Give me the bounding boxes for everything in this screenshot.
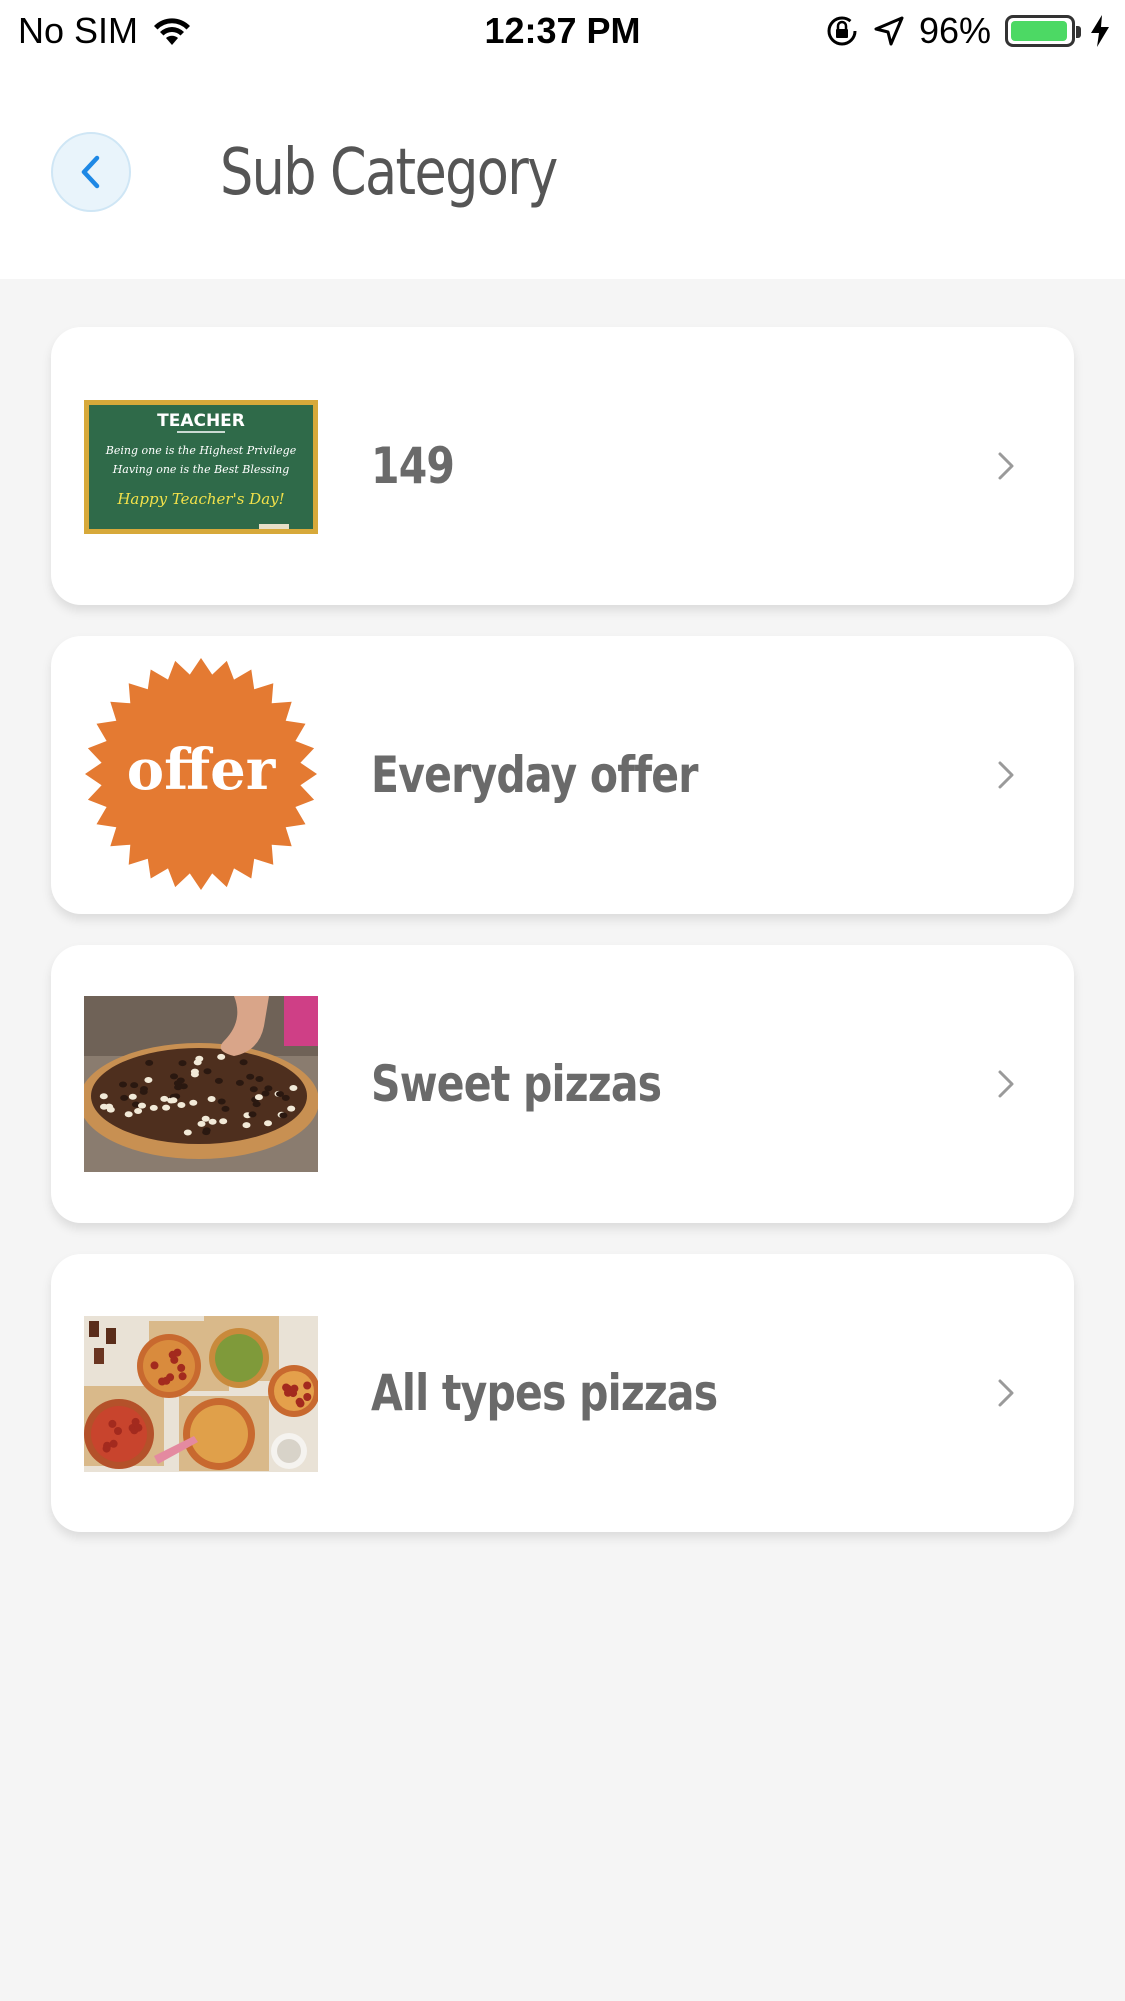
chevron-right-icon — [998, 761, 1014, 789]
chevron-left-icon — [81, 155, 100, 189]
battery-percent: 96% — [918, 10, 991, 51]
battery-icon — [1005, 15, 1081, 47]
offer-badge-text: offer — [127, 737, 277, 803]
category-card-all-types-pizzas[interactable]: All types pizzas — [51, 1254, 1074, 1532]
battery-tip — [1076, 26, 1081, 38]
chalkboard-thumbnail: TEACHER Being one is the Highest Privile… — [84, 400, 318, 534]
category-card-sweet-pizzas[interactable]: Sweet pizzas — [51, 945, 1074, 1223]
orientation-lock-icon — [827, 16, 857, 46]
chalkboard-line-3: Happy Teacher's Day! — [116, 490, 284, 508]
pizzas-thumbnail — [84, 1316, 318, 1472]
category-label: 149 — [371, 437, 455, 495]
header: Sub Category — [0, 62, 1125, 279]
chevron-right-icon — [998, 1379, 1014, 1407]
status-right: 96% — [825, 8, 1111, 54]
page-title: Sub Category — [220, 136, 558, 210]
charging-bolt-icon — [1091, 15, 1109, 47]
category-card-149[interactable]: TEACHER Being one is the Highest Privile… — [51, 327, 1074, 605]
chalkboard-line-2: Having one is the Best Blessing — [112, 463, 290, 476]
battery-level — [1011, 21, 1067, 41]
status-bar: No SIM 12:37 PM 96% — [0, 0, 1125, 62]
chevron-right-icon — [998, 1070, 1014, 1098]
category-card-everyday-offer[interactable]: offer Everyday offer — [51, 636, 1074, 914]
category-label: All types pizzas — [371, 1364, 718, 1422]
chevron-right-icon — [998, 452, 1014, 480]
offer-badge-thumbnail: offer — [84, 656, 318, 892]
category-label: Sweet pizzas — [371, 1055, 662, 1113]
chalkboard-line-1: Being one is the Highest Privilege — [105, 444, 297, 457]
sweet-pizza-thumbnail — [84, 996, 318, 1172]
chalkboard-heading: TEACHER — [157, 411, 245, 431]
back-button[interactable] — [51, 132, 131, 212]
category-label: Everyday offer — [371, 746, 698, 804]
subcategory-list: TEACHER Being one is the Highest Privile… — [51, 327, 1074, 1563]
location-arrow-icon — [874, 16, 904, 46]
